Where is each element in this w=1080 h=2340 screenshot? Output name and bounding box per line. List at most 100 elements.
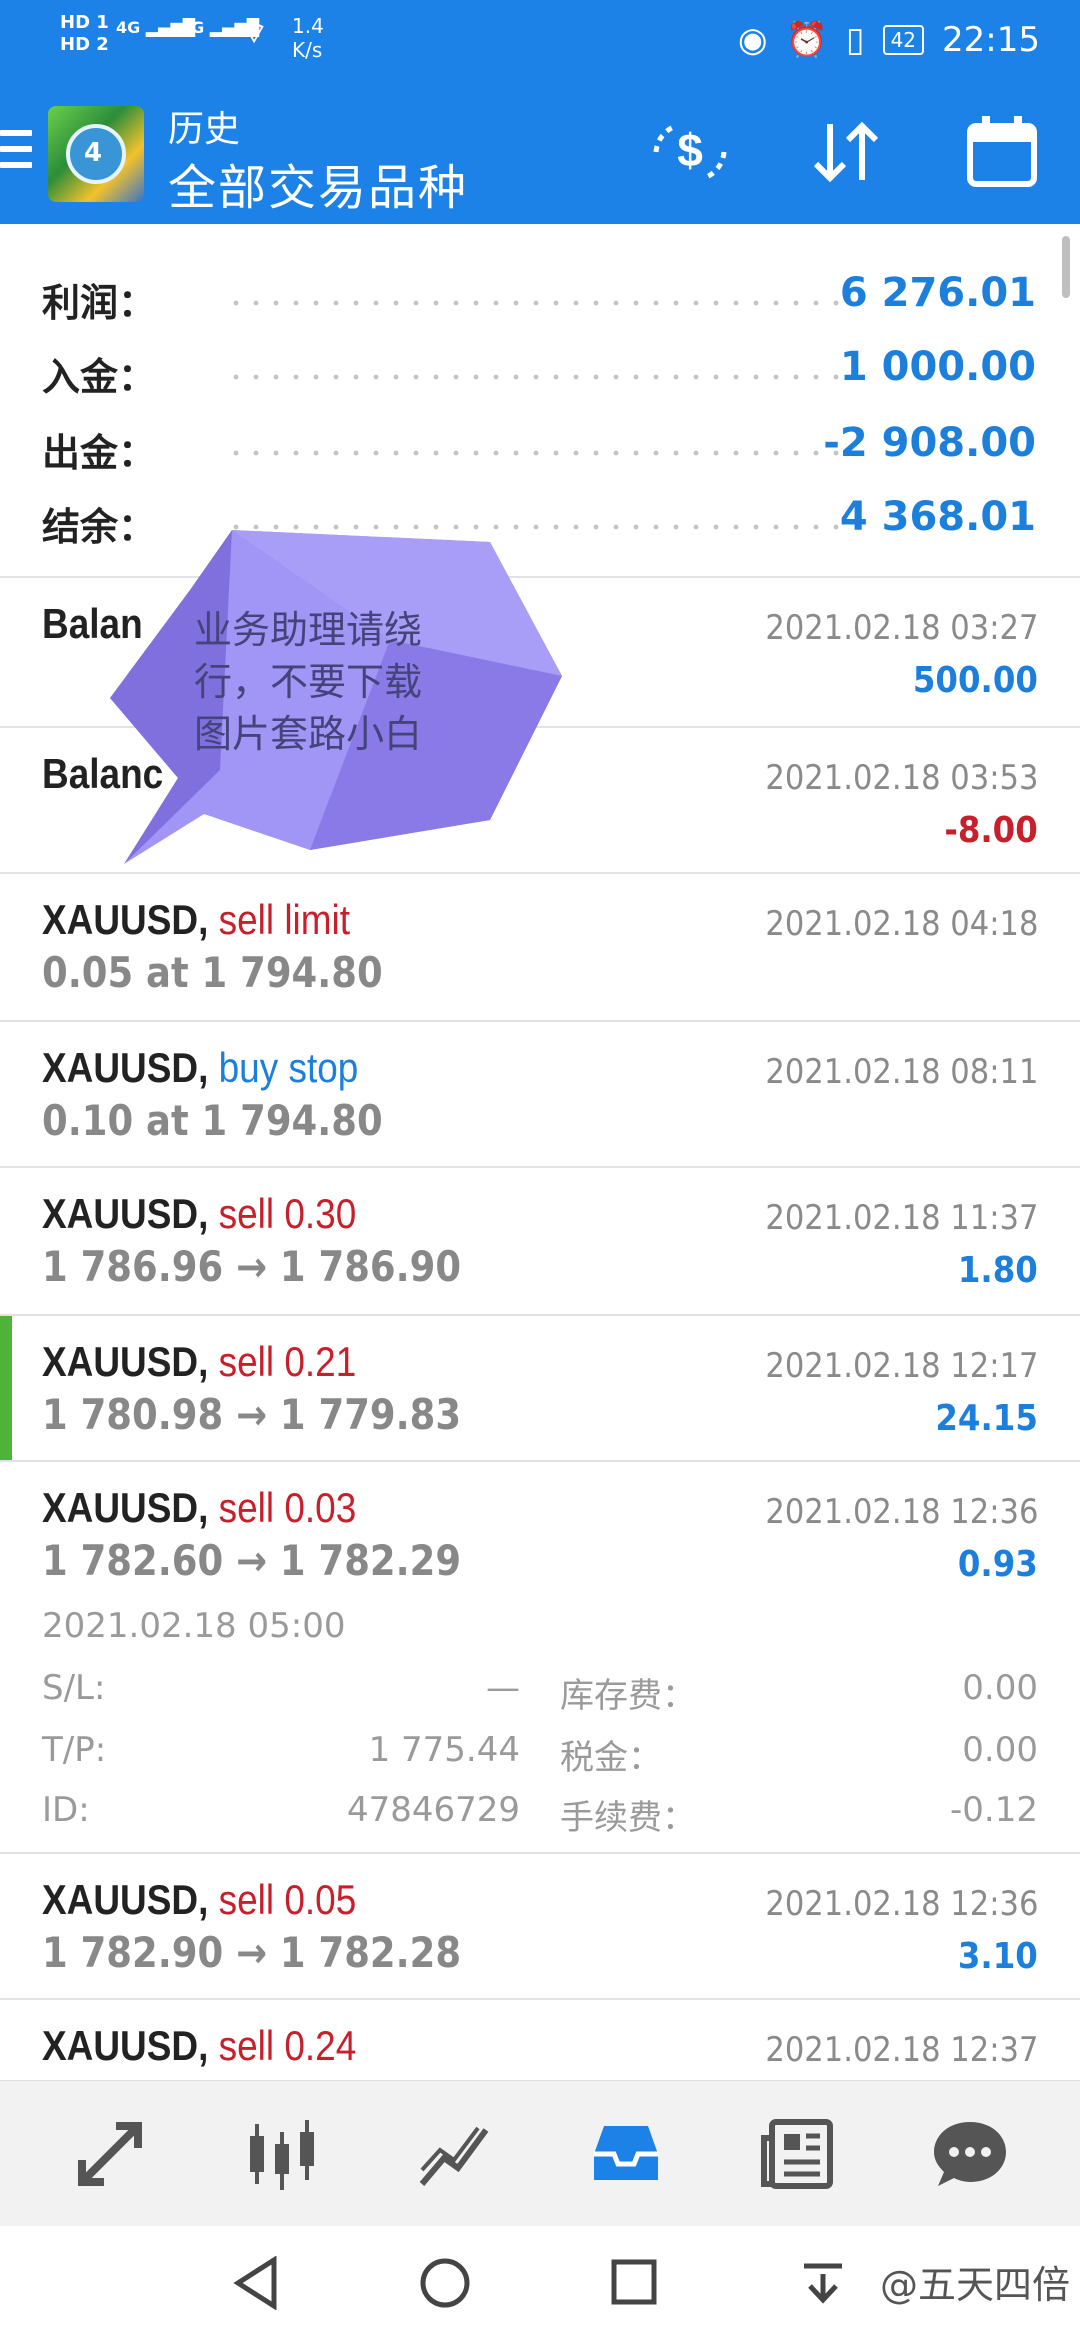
signal-2-label: 4G	[180, 18, 205, 37]
tax-value: 0.00	[962, 1730, 1038, 1770]
profit-label: 利润：	[42, 281, 157, 325]
id-value: 47846729	[346, 1790, 520, 1830]
swap-value: 0.00	[962, 1668, 1038, 1708]
deal-time: 2021.02.18 12:37	[764, 2030, 1038, 2070]
overlay-line: 业务助理请绕	[194, 608, 423, 652]
deal-time: 2021.02.18 12:36	[764, 1884, 1038, 1924]
deal-symbol: XAUUSD,	[42, 1484, 219, 1531]
deal-title: XAUUSD, sell 0.30	[42, 1190, 356, 1238]
notification-pull-icon[interactable]	[800, 2260, 846, 2306]
deal-symbol: XAUUSD,	[42, 896, 219, 943]
symbol-filter-title[interactable]: 全部交易品种	[168, 148, 468, 218]
balance-value: 4 368.01	[839, 494, 1036, 540]
deal-symbol: XAUUSD,	[42, 1044, 219, 1091]
deal-title: XAUUSD, sell 0.03	[42, 1484, 356, 1532]
deal-action: sell 0.21	[218, 1338, 357, 1385]
alarm-icon: ⏰	[785, 20, 828, 60]
deal-time: 2021.02.18 12:36	[764, 1492, 1038, 1532]
signal-1-label: 4G	[116, 18, 141, 37]
order-row[interactable]: XAUUSD, sell limit 0.05 at 1 794.80 2021…	[0, 874, 1080, 1022]
overlay-watermark-text: 业务助理请绕 行，不要下载 图片套路小白	[194, 604, 484, 760]
deal-action: buy stop	[218, 1044, 359, 1091]
deal-price: 1 786.96 → 1 786.90	[42, 1242, 462, 1291]
deal-profit: 1.80	[958, 1250, 1038, 1291]
deal-profit: 24.15	[935, 1398, 1038, 1439]
deal-title: XAUUSD, sell 0.24	[42, 2022, 356, 2070]
sl-value: —	[486, 1668, 520, 1708]
withdrawal-label: 出金：	[42, 431, 157, 475]
tp-value: 1 775.44	[368, 1730, 520, 1770]
tp-label: T/P:	[42, 1730, 107, 1770]
trade-icon[interactable]	[60, 2109, 160, 2199]
deal-symbol: XAUUSD,	[42, 1338, 219, 1385]
clock: 22:15	[942, 20, 1040, 60]
wifi-icon: ⌔	[240, 16, 269, 51]
system-navigation-bar: @五天四倍	[0, 2226, 1080, 2340]
app-bar: 4 历史 全部交易品种 $	[0, 78, 1080, 224]
eye-comfort-icon: ◉	[737, 20, 768, 60]
selected-indicator	[0, 1316, 12, 1460]
status-right: ◉ ⏰ ▯ 42 22:15	[738, 20, 1040, 60]
deal-profit: 500.00	[912, 660, 1038, 701]
order-row[interactable]: XAUUSD, buy stop 0.10 at 1 794.80 2021.0…	[0, 1022, 1080, 1168]
deal-price: 1 782.60 → 1 782.29	[42, 1536, 462, 1585]
deal-profit: 0.93	[958, 1544, 1038, 1585]
deal-price: 1 780.98 → 1 779.83	[42, 1390, 462, 1439]
deal-row[interactable]: XAUUSD, sell 0.30 1 786.96 → 1 786.90 20…	[0, 1168, 1080, 1316]
recents-icon[interactable]	[610, 2258, 658, 2306]
deposit-label: 入金：	[42, 355, 157, 399]
commission-label: 手续费：	[560, 1798, 696, 1838]
news-icon[interactable]	[748, 2109, 848, 2199]
deal-action: sell 0.03	[218, 1484, 357, 1531]
withdrawal-row: 出金： -2 908.00	[0, 406, 1080, 480]
deal-row[interactable]: XAUUSD, sell 0.24 2021.02.18 12:37	[0, 2000, 1080, 2080]
deal-time: 2021.02.18 04:18	[764, 904, 1038, 944]
watermark-text: @五天四倍	[879, 2263, 1070, 2307]
deal-time: 2021.02.18 03:53	[764, 758, 1038, 798]
sim-1-label: HD 1	[60, 12, 109, 33]
menu-icon[interactable]	[0, 130, 32, 174]
vibrate-icon: ▯	[845, 20, 865, 60]
deal-row[interactable]: XAUUSD, sell 0.21 1 780.98 → 1 779.83 20…	[0, 1316, 1080, 1462]
deposit-value: 1 000.00	[839, 344, 1036, 390]
deal-price: 1 782.90 → 1 782.28	[42, 1928, 462, 1977]
svg-text:$: $	[677, 124, 703, 176]
deal-action: sell limit	[218, 896, 351, 943]
status-bar: HD 1 HD 2 4G ▂▄▆█ 4G ▂▄▆█ ⌔ 1.4 K/s ◉ ⏰ …	[0, 0, 1080, 78]
scrollbar[interactable]	[1062, 236, 1070, 298]
tax-label: 税金：	[560, 1738, 662, 1778]
sim-indicators: HD 1 HD 2	[60, 12, 109, 56]
deal-row-expanded[interactable]: XAUUSD, sell 0.03 1 782.60 → 1 782.29 20…	[0, 1462, 1080, 1854]
deal-symbol: XAUUSD,	[42, 1190, 219, 1237]
deal-profit: 3.10	[958, 1936, 1038, 1977]
swap-label: 库存费：	[560, 1676, 696, 1716]
chat-icon[interactable]	[920, 2109, 1020, 2199]
deal-time: 2021.02.18 12:17	[764, 1346, 1038, 1386]
profit-row: 利润： 6 276.01	[0, 256, 1080, 330]
deal-action: sell 0.05	[218, 1876, 357, 1923]
sort-icon[interactable]	[804, 116, 888, 188]
quotes-icon[interactable]	[232, 2109, 332, 2199]
deal-symbol: XAUUSD,	[42, 1876, 219, 1923]
id-label: ID:	[42, 1790, 90, 1830]
chart-icon[interactable]	[404, 2109, 504, 2199]
history-icon[interactable]	[576, 2109, 676, 2199]
app-screen: HD 1 HD 2 4G ▂▄▆█ 4G ▂▄▆█ ⌔ 1.4 K/s ◉ ⏰ …	[0, 0, 1080, 2340]
deal-symbol: XAUUSD,	[42, 2022, 219, 2069]
deal-row[interactable]: XAUUSD, sell 0.05 1 782.90 → 1 782.28 20…	[0, 1854, 1080, 2000]
page-title: 历史	[168, 109, 241, 150]
profit-value: 6 276.01	[839, 270, 1036, 316]
deal-action: sell 0.30	[218, 1190, 357, 1237]
withdrawal-value: -2 908.00	[823, 420, 1036, 466]
currency-exchange-icon[interactable]: $	[648, 116, 732, 188]
sl-label: S/L:	[42, 1668, 106, 1708]
deal-title: XAUUSD, sell 0.05	[42, 1876, 356, 1924]
calendar-icon[interactable]	[960, 116, 1044, 188]
deal-price: 0.05 at 1 794.80	[42, 948, 383, 997]
back-icon[interactable]	[232, 2256, 282, 2310]
top-bar: HD 1 HD 2 4G ▂▄▆█ 4G ▂▄▆█ ⌔ 1.4 K/s ◉ ⏰ …	[0, 0, 1080, 224]
deal-time: 2021.02.18 08:11	[764, 1052, 1038, 1092]
home-icon[interactable]	[418, 2256, 472, 2310]
bottom-tab-bar	[0, 2080, 1080, 2226]
deal-title: XAUUSD, sell limit	[42, 896, 350, 944]
